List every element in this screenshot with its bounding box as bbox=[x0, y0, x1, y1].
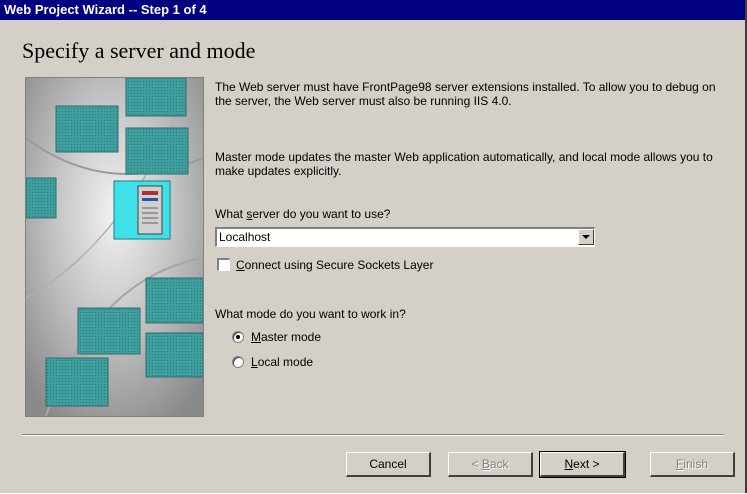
radio-selected-dot bbox=[236, 335, 240, 339]
next-button[interactable]: Next > bbox=[539, 451, 626, 478]
ssl-checkbox[interactable] bbox=[217, 258, 230, 271]
ssl-label-post: onnect using Secure Sockets Layer bbox=[244, 258, 434, 272]
next-button-post: ext > bbox=[573, 457, 600, 471]
title-bar: Web Project Wizard -- Step 1 of 4 bbox=[0, 0, 745, 20]
chevron-down-icon bbox=[582, 235, 590, 239]
master-mode-accel: M bbox=[251, 330, 261, 344]
local-mode-label[interactable]: Local mode bbox=[251, 355, 313, 369]
server-combobox[interactable]: Localhost bbox=[215, 227, 595, 247]
server-description: The Web server must have FrontPage98 ser… bbox=[215, 80, 716, 108]
local-mode-post: ocal mode bbox=[257, 355, 314, 369]
ssl-label[interactable]: Connect using Secure Sockets Layer bbox=[236, 258, 433, 272]
mode-label: What mode do you want to work in? bbox=[215, 307, 406, 321]
server-label-pre: What bbox=[215, 207, 247, 221]
next-button-accel: N bbox=[564, 457, 574, 471]
finish-button-post: inish bbox=[683, 457, 709, 471]
server-label-post: erver do you want to use? bbox=[252, 207, 391, 221]
server-value[interactable]: Localhost bbox=[219, 230, 270, 245]
back-button-pre: < bbox=[471, 457, 482, 471]
back-button[interactable]: < Back bbox=[448, 452, 533, 477]
back-button-accel: B bbox=[481, 457, 490, 471]
page-title: Specify a server and mode bbox=[22, 38, 256, 63]
local-mode-accel: L bbox=[251, 355, 258, 369]
local-mode-radio[interactable] bbox=[232, 356, 244, 368]
mode-description: Master mode updates the master Web appli… bbox=[215, 150, 713, 178]
window-title: Web Project Wizard -- Step 1 of 4 bbox=[4, 2, 207, 17]
button-separator bbox=[22, 434, 724, 436]
cancel-button-label: Cancel bbox=[369, 457, 407, 471]
server-label: What server do you want to use? bbox=[215, 207, 390, 221]
wizard-window: Web Project Wizard -- Step 1 of 4 Specif… bbox=[0, 0, 747, 493]
master-mode-radio[interactable] bbox=[232, 331, 244, 343]
master-mode-label[interactable]: Master mode bbox=[251, 330, 321, 344]
back-button-post: ack bbox=[489, 457, 509, 471]
cancel-button[interactable]: Cancel bbox=[346, 452, 431, 477]
wizard-illustration bbox=[25, 77, 204, 417]
master-mode-post: aster mode bbox=[261, 330, 322, 344]
finish-button[interactable]: Finish bbox=[650, 452, 735, 477]
dropdown-arrow-button[interactable] bbox=[578, 229, 594, 245]
ssl-label-accel: C bbox=[236, 258, 245, 272]
